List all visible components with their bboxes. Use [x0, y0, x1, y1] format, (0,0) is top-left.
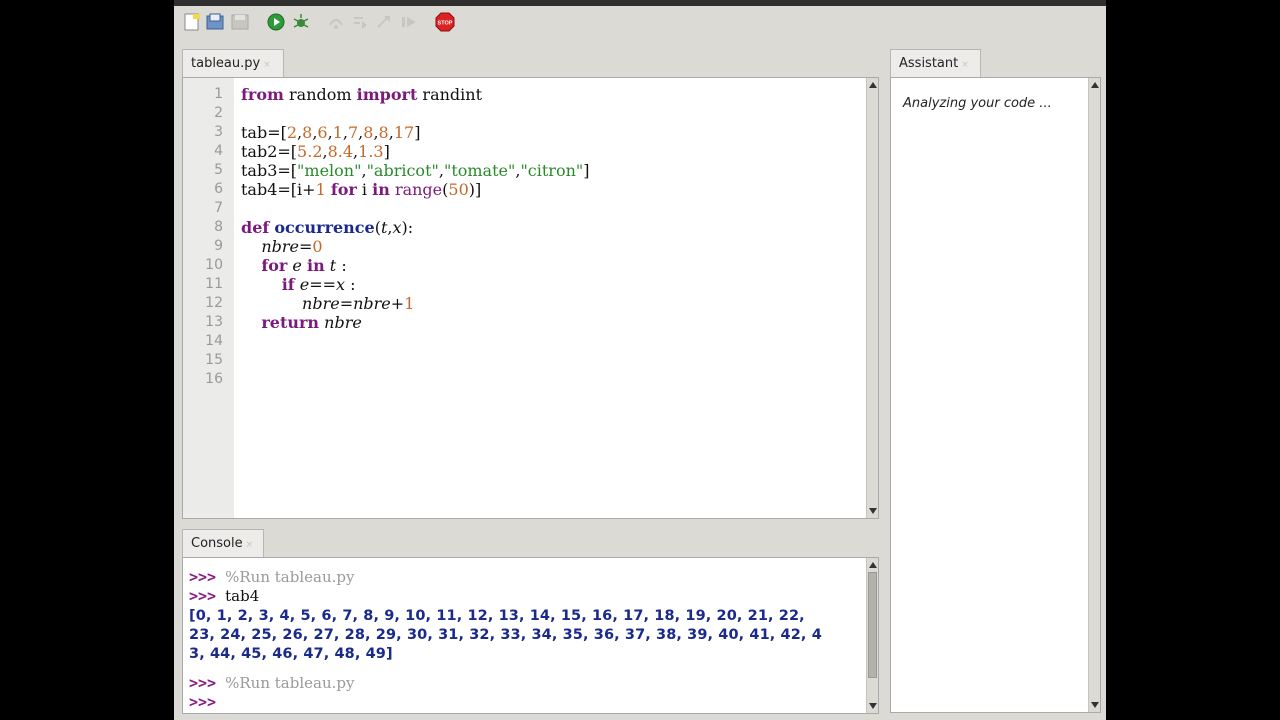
code-line: from random import randint — [241, 85, 482, 104]
console-command: tab4 — [225, 587, 260, 605]
stop-icon[interactable]: STOP — [435, 12, 455, 32]
code-line: def occurrence(t,x): — [241, 218, 414, 237]
scroll-down-icon[interactable] — [869, 508, 877, 514]
console-line: >>> %Run tableau.py — [189, 674, 354, 693]
line-number: 5 — [214, 162, 223, 178]
code-line: if e==x : — [281, 275, 356, 294]
scroll-thumb[interactable] — [868, 572, 877, 678]
line-number: 12 — [205, 295, 223, 311]
close-icon[interactable]: × — [263, 60, 271, 70]
tab-label: Assistant — [899, 56, 959, 71]
debug-icon[interactable] — [291, 12, 311, 32]
scroll-down-icon[interactable] — [1091, 702, 1099, 708]
shell-console[interactable]: >>> %Run tableau.py >>> tab4 [0, 1, 2, 3… — [182, 557, 879, 714]
close-icon[interactable]: × — [961, 60, 969, 70]
code-line: tab2=[5.2,8.4,1.3] — [241, 142, 390, 161]
step-over-icon[interactable] — [326, 12, 346, 32]
shell-prompt: >>> — [189, 587, 217, 605]
scroll-up-icon[interactable] — [869, 82, 877, 88]
line-number: 7 — [214, 200, 223, 216]
line-number-gutter: 1 2 3 4 5 6 7 8 9 10 11 12 13 14 15 16 — [183, 78, 234, 518]
tab-assistant[interactable]: Assistant × — [890, 49, 981, 77]
code-editor[interactable]: 1 2 3 4 5 6 7 8 9 10 11 12 13 14 15 16 f… — [182, 77, 879, 519]
line-number: 13 — [205, 314, 223, 330]
console-scrollbar[interactable] — [866, 558, 878, 713]
assistant-message: Analyzing your code ... — [903, 96, 1052, 111]
line-number: 16 — [205, 371, 223, 387]
tab-console[interactable]: Console × — [182, 529, 264, 557]
resume-icon[interactable] — [399, 12, 419, 32]
line-number: 1 — [214, 86, 223, 102]
console-input-line[interactable]: >>> — [189, 693, 225, 712]
shell-prompt: >>> — [189, 693, 217, 711]
shell-prompt: >>> — [189, 568, 217, 586]
close-icon[interactable]: × — [246, 540, 254, 550]
line-number: 9 — [214, 238, 223, 254]
run-icon[interactable] — [266, 12, 286, 32]
console-output: [0, 1, 2, 3, 4, 5, 6, 7, 8, 9, 10, 11, 1… — [189, 608, 805, 624]
step-into-icon[interactable] — [350, 12, 370, 32]
code-line: return nbre — [261, 313, 362, 332]
step-out-icon[interactable] — [374, 12, 394, 32]
stop-icon-label: STOP — [438, 21, 453, 27]
line-number: 14 — [205, 333, 223, 349]
code-line: tab=[2,8,6,1,7,8,8,17] — [241, 123, 421, 142]
assistant-scrollbar[interactable] — [1088, 78, 1100, 712]
console-command: %Run tableau.py — [225, 674, 355, 692]
line-number: 2 — [214, 105, 223, 121]
line-number: 10 — [205, 257, 223, 273]
tab-label: Console — [191, 536, 243, 551]
code-line: tab4=[i+1 for i in range(50)] — [241, 180, 482, 199]
save-icon[interactable] — [230, 12, 250, 32]
editor-scrollbar[interactable] — [866, 78, 878, 518]
ide-window: STOP tableau.py × Assistant × 1 2 3 4 5 6 … — [174, 0, 1106, 720]
scroll-up-icon[interactable] — [869, 562, 877, 568]
line-number: 11 — [205, 276, 223, 292]
line-number: 8 — [214, 219, 223, 235]
code-line: tab3=["melon","abricot","tomate","citron… — [241, 161, 590, 180]
shell-prompt: >>> — [189, 674, 217, 692]
console-output: 3, 44, 45, 46, 47, 48, 49] — [189, 646, 393, 662]
console-line: >>> %Run tableau.py — [189, 568, 354, 587]
scroll-up-icon[interactable] — [1091, 82, 1099, 88]
code-area[interactable]: from random import randint tab=[2,8,6,1,… — [241, 78, 590, 344]
line-number: 4 — [214, 143, 223, 159]
assistant-panel: Analyzing your code ... — [890, 77, 1101, 713]
code-line: nbre=nbre+1 — [302, 294, 415, 313]
open-icon[interactable] — [205, 12, 225, 32]
scroll-down-icon[interactable] — [869, 703, 877, 709]
line-number: 6 — [214, 181, 223, 197]
line-number: 3 — [214, 124, 223, 140]
tab-label: tableau.py — [191, 56, 261, 71]
code-line: nbre=0 — [261, 237, 323, 256]
new-file-icon[interactable] — [182, 12, 202, 32]
tab-tableau-py[interactable]: tableau.py × — [182, 49, 284, 77]
console-output: 23, 24, 25, 26, 27, 28, 29, 30, 31, 32, … — [189, 627, 822, 643]
line-number: 15 — [205, 352, 223, 368]
code-line: for e in t : — [261, 256, 347, 275]
console-line: >>> tab4 — [189, 587, 259, 606]
console-command: %Run tableau.py — [225, 568, 355, 586]
toolbar: STOP — [174, 6, 1106, 42]
